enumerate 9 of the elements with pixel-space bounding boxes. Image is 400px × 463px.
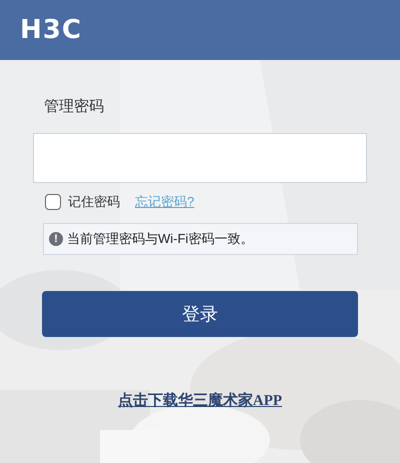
login-button[interactable]: 登录 [42,291,358,337]
password-field[interactable] [33,133,367,183]
password-label: 管理密码 [44,97,104,116]
remember-label: 记住密码 [68,193,120,211]
info-icon: ! [49,232,63,246]
remember-checkbox[interactable] [45,194,61,210]
notice-text: 当前管理密码与Wi-Fi密码一致。 [67,230,254,248]
download-app-link[interactable]: 点击下载华三魔术家APP [118,391,282,410]
logo: H3C [20,15,82,45]
